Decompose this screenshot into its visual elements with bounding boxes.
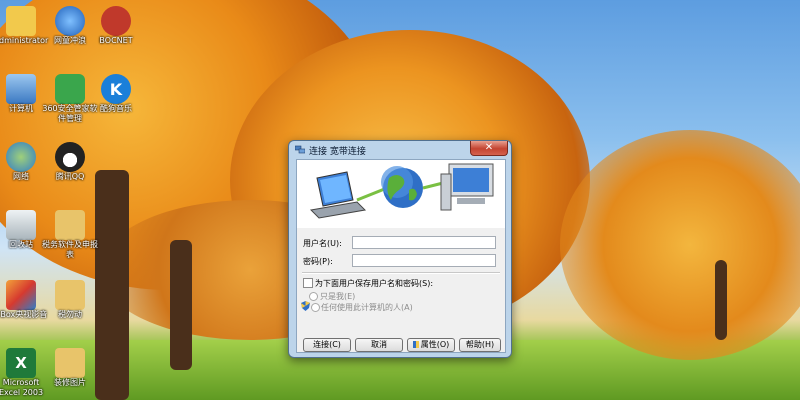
music-icon: K <box>101 74 131 104</box>
radio-anyone-label: 任何使用此计算机的人(A) <box>321 303 413 312</box>
dialog-title: 连接 宽带连接 <box>309 147 366 157</box>
globe-icon <box>381 166 423 208</box>
desktop-icon-tax-folder[interactable]: 税勿动 <box>41 280 99 320</box>
save-credentials-label[interactable]: 为下面用户保存用户名和密码(S): <box>315 278 433 289</box>
tree-foliage <box>560 130 800 360</box>
help-button[interactable]: 帮助(H) <box>459 338 501 352</box>
username-label: 用户名(U): <box>303 239 342 248</box>
properties-button[interactable]: 属性(O) <box>407 338 455 352</box>
cbox-icon <box>6 280 36 310</box>
penguin-icon <box>55 142 85 172</box>
tree-trunk <box>170 240 192 370</box>
laptop-icon <box>309 171 367 219</box>
close-button[interactable]: ✕ <box>470 141 508 156</box>
radio-only-me[interactable] <box>309 292 318 301</box>
excel-icon: X <box>6 348 36 378</box>
uac-shield-icon <box>301 301 310 311</box>
desktop-icon-kugou[interactable]: K 酷狗音乐 <box>87 74 145 114</box>
connect-dialog: 连接 宽带连接 ✕ 用户名(U): 密码(P): 为下面用户保存用户名和密码(S… <box>288 140 512 358</box>
connection-icon <box>295 145 305 154</box>
desktop-icon-decor-pictures[interactable]: 装修图片 <box>41 348 99 388</box>
recycle-bin-icon <box>6 210 36 240</box>
connection-banner <box>297 160 505 228</box>
radio-anyone[interactable] <box>311 303 320 312</box>
desktop-icon-tax-software[interactable]: 税务软件及申报表 <box>41 210 99 260</box>
shield-icon <box>55 74 85 104</box>
password-label: 密码(P): <box>303 257 333 266</box>
shield-icon <box>412 341 419 348</box>
user-folder-icon <box>6 6 36 36</box>
desktop-wallpaper: Administrator 网童冲浪 BOCNET 计算机 360安全管家软件管… <box>0 0 800 400</box>
save-credentials-checkbox[interactable] <box>303 278 313 288</box>
cancel-button[interactable]: 取消 <box>355 338 403 352</box>
desktop-computer-icon <box>440 163 494 211</box>
tree-trunk <box>95 170 129 400</box>
bank-icon <box>101 6 131 36</box>
properties-label: 属性(O) <box>420 340 450 349</box>
folder-icon <box>55 348 85 378</box>
username-field[interactable] <box>352 236 496 249</box>
folder-icon <box>55 280 85 310</box>
desktop-icon-qq[interactable]: 腾讯QQ <box>41 142 99 182</box>
network-icon <box>6 142 36 172</box>
dialog-body: 用户名(U): 密码(P): 为下面用户保存用户名和密码(S): 只是我(E) … <box>296 159 506 353</box>
network-illustration <box>309 163 494 219</box>
password-field[interactable] <box>352 254 496 267</box>
computer-icon <box>6 74 36 104</box>
folder-icon <box>55 210 85 240</box>
dialog-titlebar[interactable]: 连接 宽带连接 ✕ <box>289 141 511 159</box>
globe-icon <box>55 6 85 36</box>
radio-only-me-label: 只是我(E) <box>320 292 356 301</box>
connect-button[interactable]: 连接(C) <box>303 338 351 352</box>
tree-trunk <box>715 260 727 340</box>
desktop-icon-bocnet[interactable]: BOCNET <box>87 6 145 46</box>
divider <box>302 272 500 274</box>
